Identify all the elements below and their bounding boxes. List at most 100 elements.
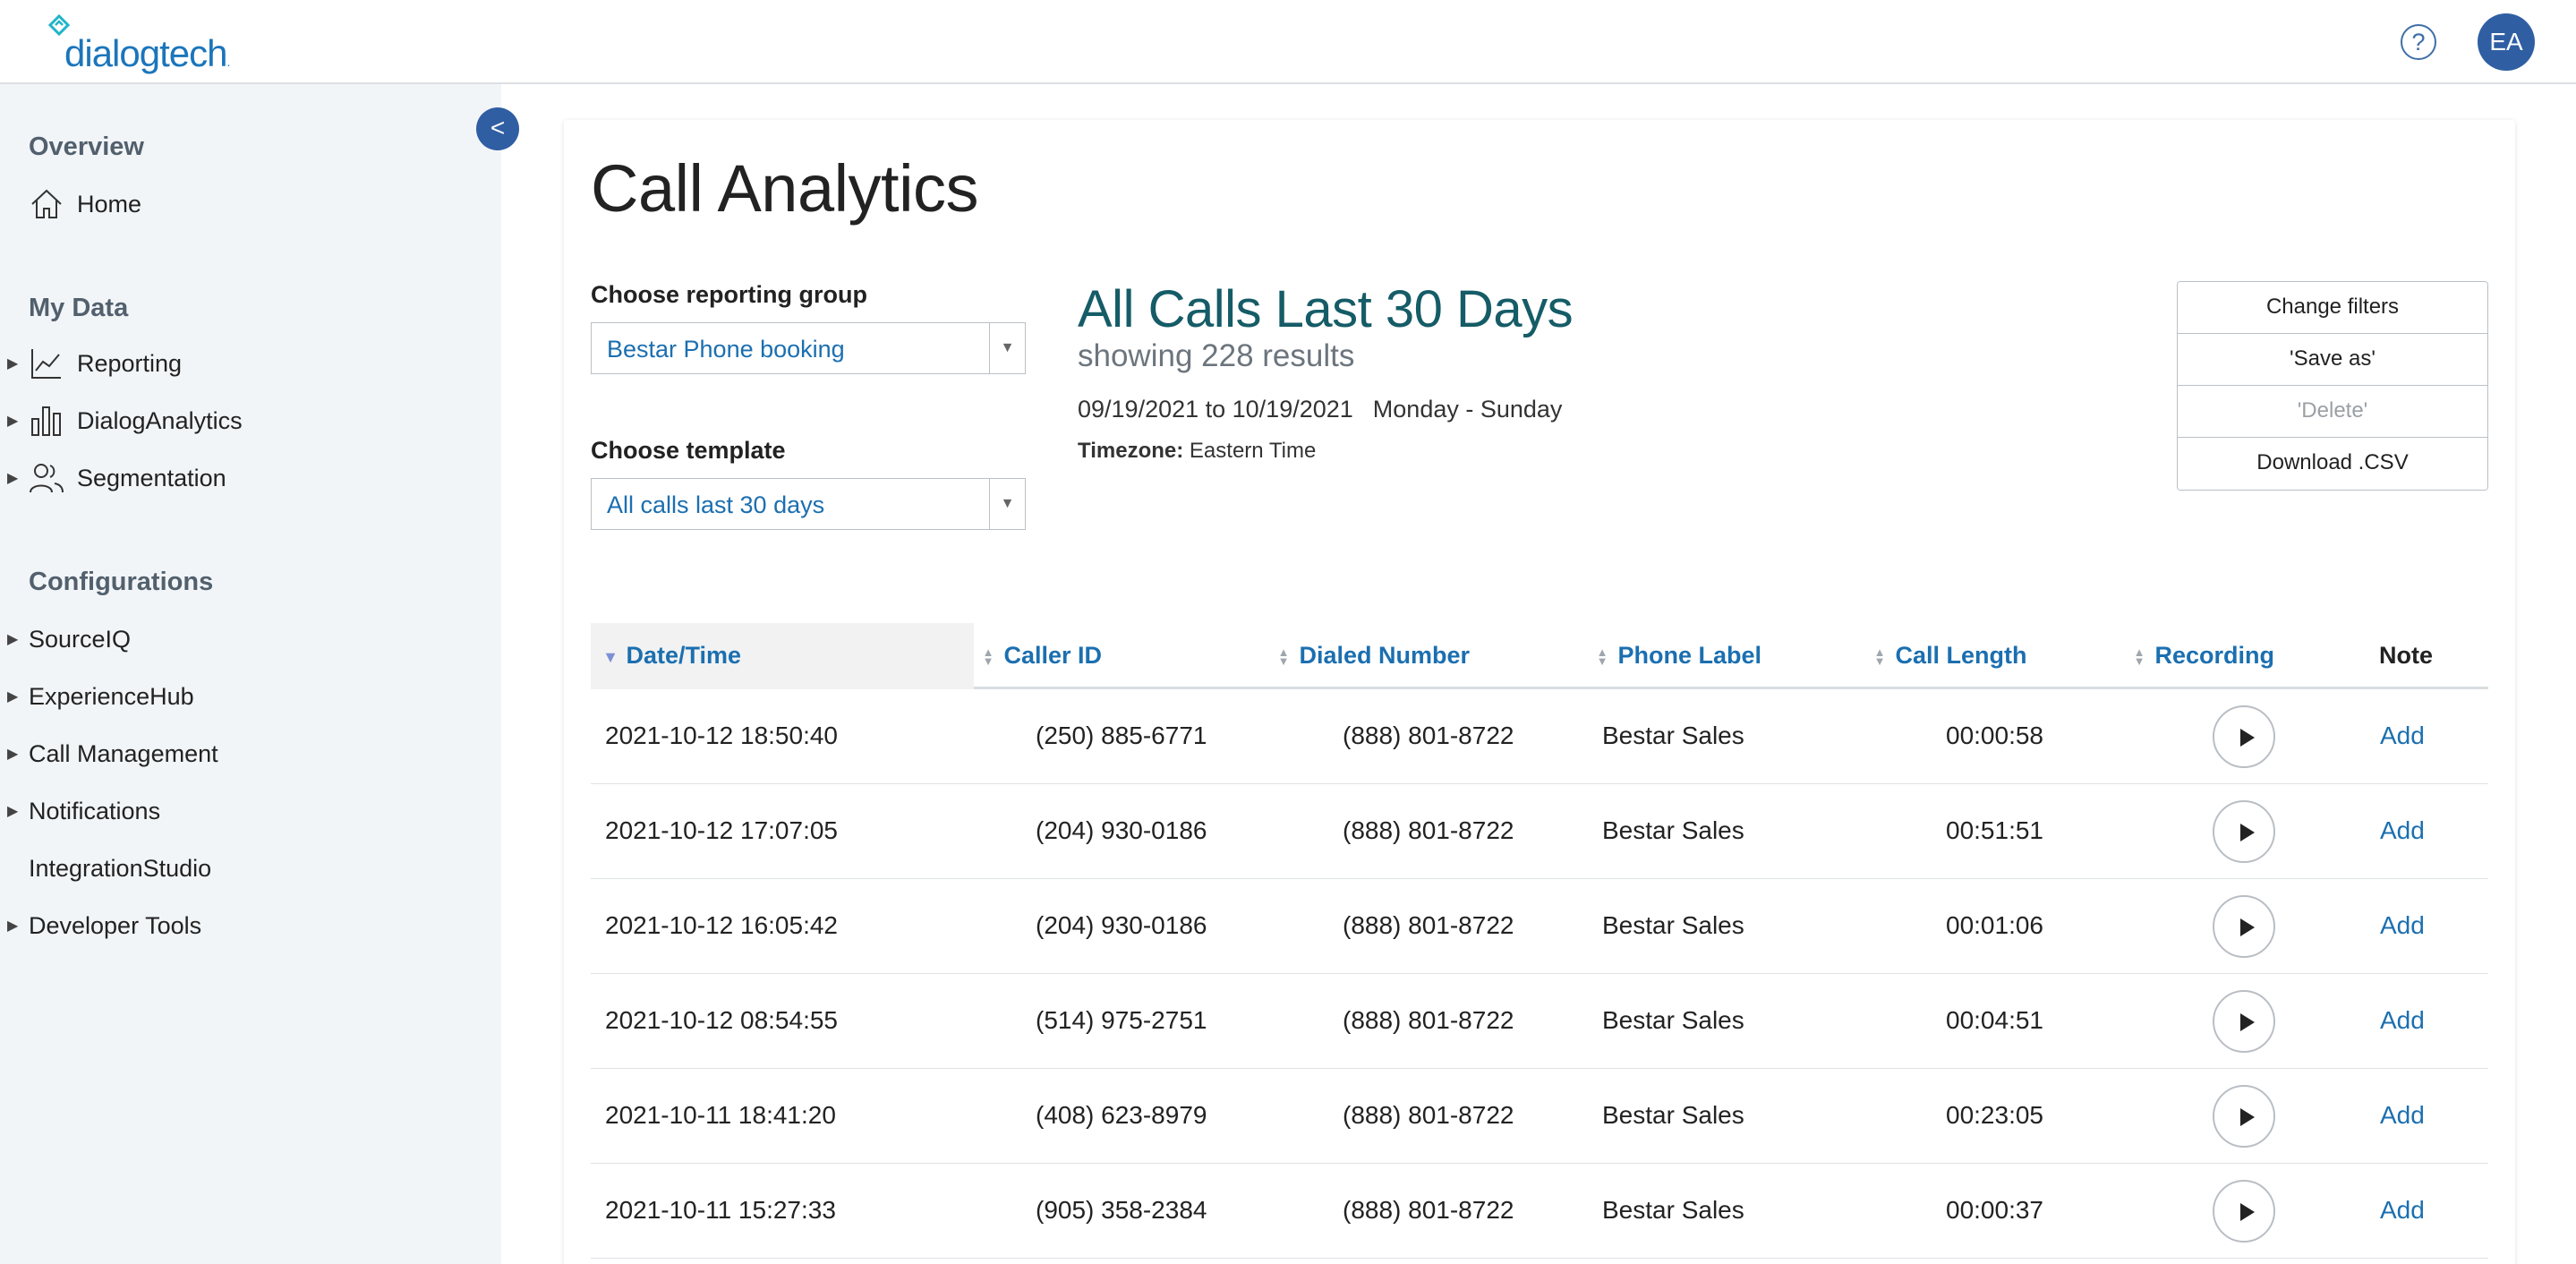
cell-caller-id: (204) 930-0186 [1036,816,1207,844]
cell-datetime: 2021-10-12 17:07:05 [605,816,838,844]
sort-descending-icon: ▼ [602,647,618,666]
reporting-group-select[interactable]: Bestar Phone booking ▼ [591,322,1026,374]
add-note-link[interactable]: Add [2380,1069,2425,1164]
page-title: Call Analytics [591,151,979,226]
column-header-recording[interactable]: ▲ ▼ Recording [2130,623,2274,689]
cell-dialed-number: (888) 801-8722 [1343,1006,1514,1034]
reporting-group-value: Bestar Phone booking [607,336,845,363]
column-header-dialed-number[interactable]: ▲ ▼ Dialed Number [1275,623,1471,689]
delete-button: 'Delete' [2178,386,2487,438]
sidebar-item-label: SourceIQ [29,625,132,653]
cell-phone-label: Bestar Sales [1602,1196,1744,1224]
column-header-datetime[interactable]: ▼ Date/Time [591,623,974,689]
dialogtech-logo[interactable]: dialogtech. [41,13,230,75]
add-note-link[interactable]: Add [2380,1164,2425,1259]
template-select[interactable]: All calls last 30 days ▼ [591,478,1026,530]
sidebar-item-label: IntegrationStudio [29,854,212,882]
sidebar-item-label: Call Management [29,739,218,767]
cell-dialed-number: (888) 801-8722 [1343,816,1514,844]
sidebar-item-label: Notifications [29,797,161,824]
sidebar-item-label: ExperienceHub [29,682,194,710]
cell-call-length: 00:00:37 [1946,1196,2043,1224]
play-recording-button[interactable] [2213,800,2275,863]
table-row: 2021-10-12 16:05:42 (204) 930-0186 (888)… [591,879,2488,974]
sidebar-section-configurations: Configurations [29,568,214,596]
template-label: Choose template [591,437,786,464]
table-row: 2021-10-12 17:07:05 (204) 930-0186 (888)… [591,784,2488,879]
sort-icon: ▲ ▼ [1596,645,1608,668]
download-csv-button[interactable]: Download .CSV [2178,438,2487,490]
sidebar-item-dialoganalytics[interactable]: ▶ DialogAnalytics [0,399,243,442]
play-recording-button[interactable] [2213,1085,2275,1148]
cell-dialed-number: (888) 801-8722 [1343,1196,1514,1224]
home-icon [31,189,62,218]
table-row: 2021-10-11 18:41:20 (408) 623-8979 (888)… [591,1069,2488,1164]
column-header-note: Note [2379,642,2433,669]
chevron-down-icon[interactable]: ▼ [989,479,1025,529]
play-recording-button[interactable] [2213,1180,2275,1243]
report-timezone: Timezone: Eastern Time [1078,439,1316,464]
column-header-label: Caller ID [1003,642,1103,669]
expand-caret-icon: ▶ [7,414,19,429]
cell-caller-id: (905) 358-2384 [1036,1196,1207,1224]
cell-phone-label: Bestar Sales [1602,722,1744,749]
sidebar-item-label: Home [77,190,142,218]
play-recording-button[interactable] [2213,990,2275,1053]
cell-phone-label: Bestar Sales [1602,1101,1744,1129]
top-bar: dialogtech. ? EA [0,0,2576,84]
sidebar-collapse-button[interactable]: < [476,107,519,150]
save-as-button[interactable]: 'Save as' [2178,334,2487,386]
table-row: 2021-10-12 08:54:55 (514) 975-2751 (888)… [591,974,2488,1069]
reporting-group-label: Choose reporting group [591,281,867,308]
add-note-link[interactable]: Add [2380,784,2425,879]
add-note-link[interactable]: Add [2380,689,2425,784]
cell-caller-id: (250) 885-6771 [1036,722,1207,749]
cell-call-length: 00:00:58 [1946,722,2043,749]
sort-icon: ▲ ▼ [1277,645,1290,668]
sidebar-item-sourceiq[interactable]: ▶ SourceIQ [0,618,131,661]
play-recording-button[interactable] [2213,705,2275,768]
add-note-link[interactable]: Add [2380,879,2425,974]
report-date-range: 09/19/2021 to 10/19/2021 Monday - Sunday [1078,396,1562,423]
sidebar-item-segmentation[interactable]: ▶ Segmentation [0,457,226,500]
sidebar-item-integrationstudio[interactable]: IntegrationStudio [0,847,211,890]
cell-datetime: 2021-10-12 08:54:55 [605,1006,838,1034]
users-icon [30,464,64,493]
cell-phone-label: Bestar Sales [1602,816,1744,844]
cell-caller-id: (204) 930-0186 [1036,911,1207,939]
sort-icon: ▲ ▼ [2133,645,2145,668]
change-filters-button[interactable]: Change filters [2178,282,2487,334]
table-header: ▼ Date/Time ▲ ▼ Caller ID ▲ ▼ Dialed Numbe… [591,623,2488,689]
chevron-down-icon[interactable]: ▼ [989,323,1025,373]
sidebar-item-call-management[interactable]: ▶ Call Management [0,732,218,775]
template-value: All calls last 30 days [607,491,825,518]
help-icon[interactable]: ? [2401,24,2436,60]
sidebar-item-label: Segmentation [77,464,226,491]
sidebar-item-developer-tools[interactable]: ▶ Developer Tools [0,904,201,947]
add-note-link[interactable]: Add [2380,974,2425,1069]
column-header-label: Phone Label [1617,642,1762,669]
sidebar-section-overview: Overview [29,132,144,161]
sort-icon: ▲ ▼ [982,645,994,668]
sidebar-section-my-data: My Data [29,294,129,322]
cell-dialed-number: (888) 801-8722 [1343,722,1514,749]
expand-caret-icon: ▶ [7,918,19,934]
column-header-caller-id[interactable]: ▲ ▼ Caller ID [979,623,1103,689]
sidebar-item-reporting[interactable]: ▶ Reporting [0,342,182,385]
calls-table: ▼ Date/Time ▲ ▼ Caller ID ▲ ▼ Dialed Numbe… [591,623,2488,1259]
cell-datetime: 2021-10-12 18:50:40 [605,722,838,749]
play-recording-button[interactable] [2213,895,2275,958]
user-avatar[interactable]: EA [2478,13,2535,71]
column-header-call-length[interactable]: ▲ ▼ Call Length [1871,623,2027,689]
column-header-phone-label[interactable]: ▲ ▼ Phone Label [1593,623,1761,689]
logo-mark-icon [47,13,71,37]
date-range-text: 09/19/2021 to 10/19/2021 [1078,396,1353,423]
line-chart-icon [31,349,61,379]
sidebar-item-experiencehub[interactable]: ▶ ExperienceHub [0,675,194,718]
sidebar-item-home[interactable]: Home [0,183,141,226]
cell-datetime: 2021-10-12 16:05:42 [605,911,838,939]
expand-caret-icon: ▶ [7,356,19,372]
cell-call-length: 00:01:06 [1946,911,2043,939]
sidebar-item-notifications[interactable]: ▶ Notifications [0,790,160,833]
cell-dialed-number: (888) 801-8722 [1343,911,1514,939]
